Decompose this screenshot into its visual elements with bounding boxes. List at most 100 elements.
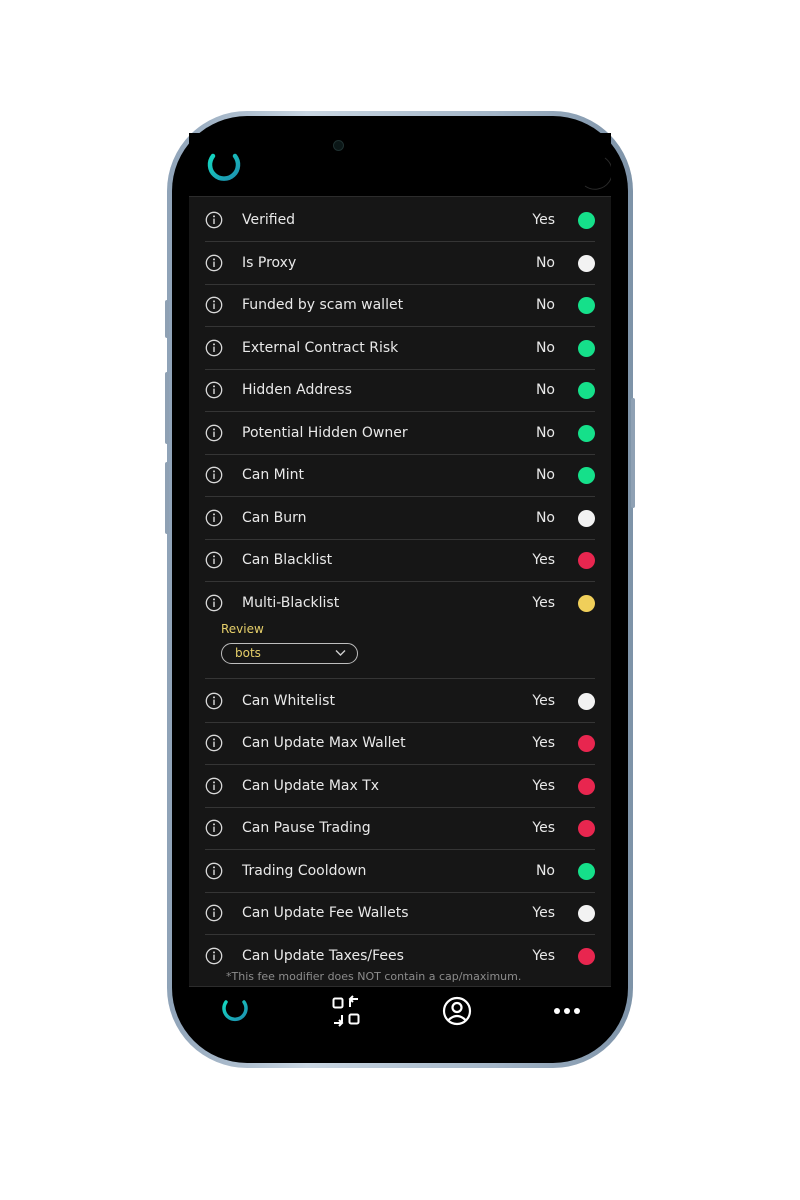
check-label: Can Update Max Tx — [242, 778, 380, 794]
info-icon[interactable] — [205, 381, 223, 399]
info-icon[interactable] — [205, 509, 223, 527]
divider — [205, 678, 595, 679]
chevron-down-icon — [335, 650, 346, 656]
moon-icon[interactable] — [571, 150, 611, 190]
check-value: Yes — [532, 948, 555, 964]
check-row: Can Update Max Wallet Yes — [205, 722, 595, 765]
check-label: Can Mint — [242, 467, 305, 483]
status-dot — [578, 467, 595, 484]
check-label: Can Update Fee Wallets — [242, 905, 409, 921]
check-label: Multi-Blacklist — [242, 595, 340, 611]
status-dot — [578, 255, 595, 272]
check-value: No — [535, 340, 555, 356]
home-logo-icon[interactable] — [218, 994, 252, 1028]
check-row: Can Burn No — [205, 497, 595, 540]
status-dot — [578, 595, 595, 612]
review-selected-value: bots — [235, 646, 261, 660]
status-dot — [578, 552, 595, 569]
check-value: No — [535, 425, 555, 441]
check-row: Funded by scam wallet No — [205, 284, 595, 327]
check-value: Yes — [532, 905, 555, 921]
info-icon[interactable] — [205, 947, 223, 965]
info-icon[interactable] — [205, 296, 223, 314]
info-icon[interactable] — [205, 339, 223, 357]
info-icon[interactable] — [205, 734, 223, 752]
check-value: No — [535, 467, 555, 483]
check-row: Potential Hidden Owner No — [205, 412, 595, 455]
status-dot — [578, 735, 595, 752]
status-dot — [578, 510, 595, 527]
check-label: Is Proxy — [242, 255, 297, 271]
check-value: No — [535, 510, 555, 526]
check-value: Yes — [532, 735, 555, 751]
swap-icon[interactable] — [329, 994, 363, 1028]
check-value: Yes — [532, 552, 555, 568]
check-value: Yes — [532, 595, 555, 611]
info-icon[interactable] — [205, 692, 223, 710]
check-label: Funded by scam wallet — [242, 297, 404, 313]
info-icon[interactable] — [205, 466, 223, 484]
info-icon[interactable] — [205, 819, 223, 837]
check-value: Yes — [532, 820, 555, 836]
check-row: Can Pause Trading Yes — [205, 807, 595, 850]
check-row: Can Whitelist Yes — [205, 680, 595, 723]
check-value: Yes — [532, 693, 555, 709]
fee-footnote: *This fee modifier does NOT contain a ca… — [226, 970, 522, 983]
check-row: Verified Yes — [205, 199, 595, 242]
review-dropdown[interactable]: bots — [221, 643, 358, 664]
info-icon[interactable] — [205, 904, 223, 922]
info-icon[interactable] — [205, 254, 223, 272]
status-dot — [578, 425, 595, 442]
check-value: No — [535, 255, 555, 271]
check-row: Hidden Address No — [205, 369, 595, 412]
camera — [333, 140, 344, 151]
check-label: Can Whitelist — [242, 693, 335, 709]
screen: Verified Yes Is Proxy No Funded by scam … — [189, 133, 611, 1033]
more-icon[interactable] — [550, 994, 584, 1028]
check-label: Trading Cooldown — [242, 863, 367, 879]
side-button — [165, 372, 169, 444]
info-icon[interactable] — [205, 594, 223, 612]
check-label: Can Pause Trading — [242, 820, 371, 836]
check-label: Can Update Max Wallet — [242, 735, 406, 751]
check-row: Is Proxy No — [205, 242, 595, 285]
check-row: Multi-Blacklist Yes — [205, 582, 595, 624]
info-icon[interactable] — [205, 424, 223, 442]
status-dot — [578, 948, 595, 965]
status-dot — [578, 693, 595, 710]
check-row: Can Update Max Tx Yes — [205, 765, 595, 808]
profile-icon[interactable] — [440, 994, 474, 1028]
check-row: Trading Cooldown No — [205, 850, 595, 893]
check-label: Can Update Taxes/Fees — [242, 948, 404, 964]
check-row: Can Update Fee Wallets Yes — [205, 892, 595, 935]
status-dot — [578, 297, 595, 314]
check-value: Yes — [532, 212, 555, 228]
info-icon[interactable] — [205, 777, 223, 795]
check-label: Can Burn — [242, 510, 307, 526]
side-button — [165, 300, 169, 338]
status-dot — [578, 820, 595, 837]
top-bar — [189, 133, 611, 197]
side-button — [631, 398, 635, 508]
logo-icon[interactable] — [205, 148, 243, 190]
check-label: Can Blacklist — [242, 552, 333, 568]
status-dot — [578, 212, 595, 229]
check-label: Verified — [242, 212, 296, 228]
check-row: Can Mint No — [205, 454, 595, 497]
check-value: No — [535, 382, 555, 398]
check-label: Potential Hidden Owner — [242, 425, 408, 441]
check-value: No — [535, 297, 555, 313]
info-icon[interactable] — [205, 551, 223, 569]
check-row: Can Blacklist Yes — [205, 539, 595, 582]
side-button — [165, 462, 169, 534]
check-label: Hidden Address — [242, 382, 352, 398]
status-dot — [578, 778, 595, 795]
info-icon[interactable] — [205, 211, 223, 229]
info-icon[interactable] — [205, 862, 223, 880]
check-label: External Contract Risk — [242, 340, 399, 356]
bottom-nav — [189, 986, 611, 1033]
check-value: Yes — [532, 778, 555, 794]
check-row: External Contract Risk No — [205, 327, 595, 370]
status-dot — [578, 382, 595, 399]
status-dot — [578, 863, 595, 880]
